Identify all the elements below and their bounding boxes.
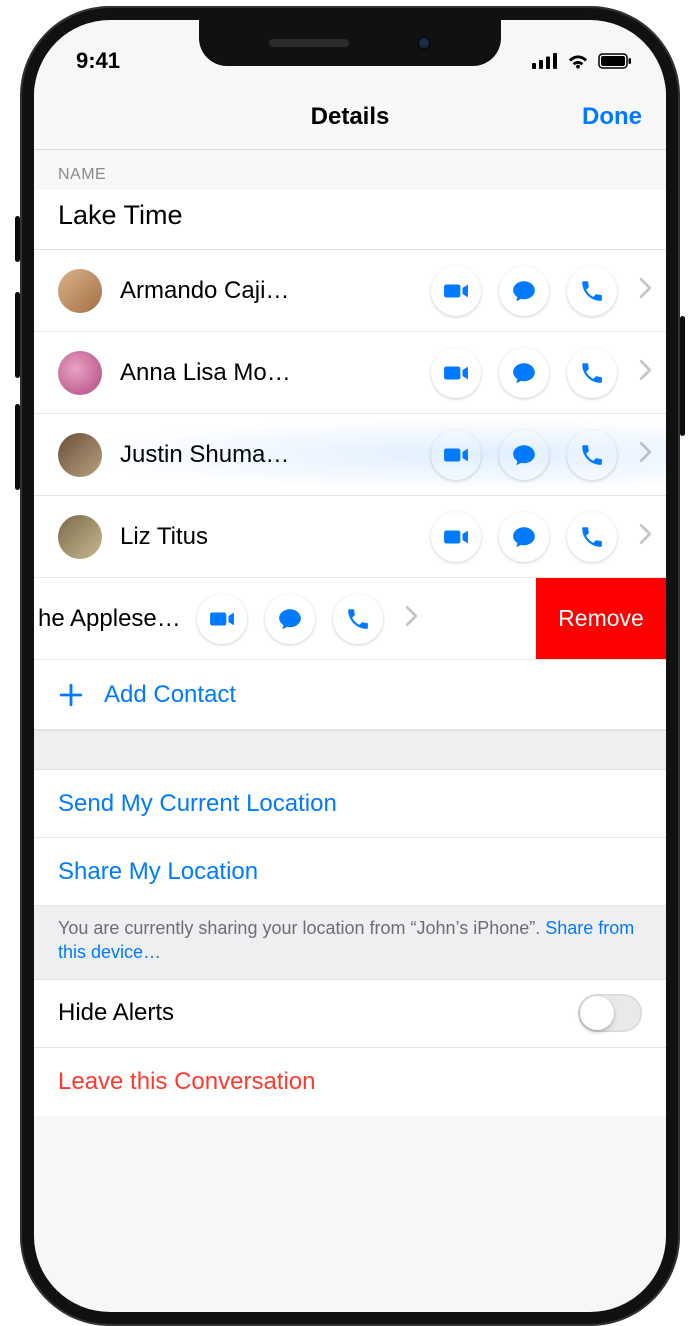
facetime-video-button[interactable] [431, 512, 481, 562]
facetime-video-button[interactable] [431, 266, 481, 316]
chevron-right-icon [639, 523, 652, 550]
share-location-button[interactable]: Share My Location [34, 838, 666, 906]
hide-alerts-label: Hide Alerts [58, 999, 174, 1027]
status-time: 9:41 [76, 48, 120, 74]
volume-down-button [15, 404, 20, 490]
call-button[interactable] [333, 594, 383, 644]
avatar [58, 515, 102, 559]
add-contact-label: Add Contact [104, 681, 236, 709]
message-button[interactable] [265, 594, 315, 644]
leave-conversation-button[interactable]: Leave this Conversation [34, 1048, 666, 1116]
chevron-right-icon [639, 359, 652, 386]
group-name-field[interactable]: Lake Time [34, 190, 666, 250]
volume-up-button [15, 292, 20, 378]
location-footer-text: You are currently sharing your location … [58, 918, 545, 938]
name-section-header: NAME [34, 150, 666, 190]
message-button[interactable] [499, 430, 549, 480]
hide-alerts-toggle[interactable] [578, 994, 642, 1032]
contact-name: he Applese… [38, 605, 181, 633]
contact-name: Justin Shuma… [120, 441, 310, 469]
contact-row[interactable]: Armando Caji… [34, 250, 666, 332]
toggle-knob [580, 996, 614, 1030]
speaker-grill [269, 39, 349, 47]
nav-title: Details [311, 103, 390, 131]
contact-row[interactable]: Liz Titus [34, 496, 666, 578]
cellular-icon [532, 53, 558, 69]
message-button[interactable] [499, 512, 549, 562]
remove-button[interactable]: Remove [536, 578, 666, 659]
send-location-button[interactable]: Send My Current Location [34, 770, 666, 838]
chevron-right-icon [639, 277, 652, 304]
call-button[interactable] [567, 266, 617, 316]
device-frame: 9:41 Details Done NAME Lake Time [20, 6, 680, 1326]
hide-alerts-row: Hide Alerts [34, 980, 666, 1048]
side-button [680, 316, 685, 436]
facetime-video-button[interactable] [431, 430, 481, 480]
avatar [58, 351, 102, 395]
facetime-video-button[interactable] [431, 348, 481, 398]
done-button[interactable]: Done [582, 103, 642, 131]
section-gap [34, 730, 666, 770]
message-button[interactable] [499, 348, 549, 398]
chevron-right-icon [639, 441, 652, 468]
wifi-icon [566, 53, 590, 69]
call-button[interactable] [567, 512, 617, 562]
contact-name: Liz Titus [120, 523, 310, 551]
nav-bar: Details Done [34, 84, 666, 150]
screen: 9:41 Details Done NAME Lake Time [34, 20, 666, 1312]
location-footer: You are currently sharing your location … [34, 906, 666, 980]
contact-row-swiped[interactable]: he Applese… Remove [34, 578, 666, 660]
contact-row[interactable]: Justin Shuma… [34, 414, 666, 496]
call-button[interactable] [567, 430, 617, 480]
notch [199, 20, 501, 66]
chevron-right-icon [405, 605, 418, 632]
avatar [58, 269, 102, 313]
contact-name: Armando Caji… [120, 277, 310, 305]
plus-icon [58, 682, 84, 708]
front-camera [417, 36, 431, 50]
contact-row[interactable]: Anna Lisa Mo… [34, 332, 666, 414]
call-button[interactable] [567, 348, 617, 398]
mute-switch [15, 216, 20, 262]
contact-name: Anna Lisa Mo… [120, 359, 310, 387]
avatar [58, 433, 102, 477]
add-contact-button[interactable]: Add Contact [34, 660, 666, 730]
message-button[interactable] [499, 266, 549, 316]
battery-icon [598, 53, 632, 69]
facetime-video-button[interactable] [197, 594, 247, 644]
